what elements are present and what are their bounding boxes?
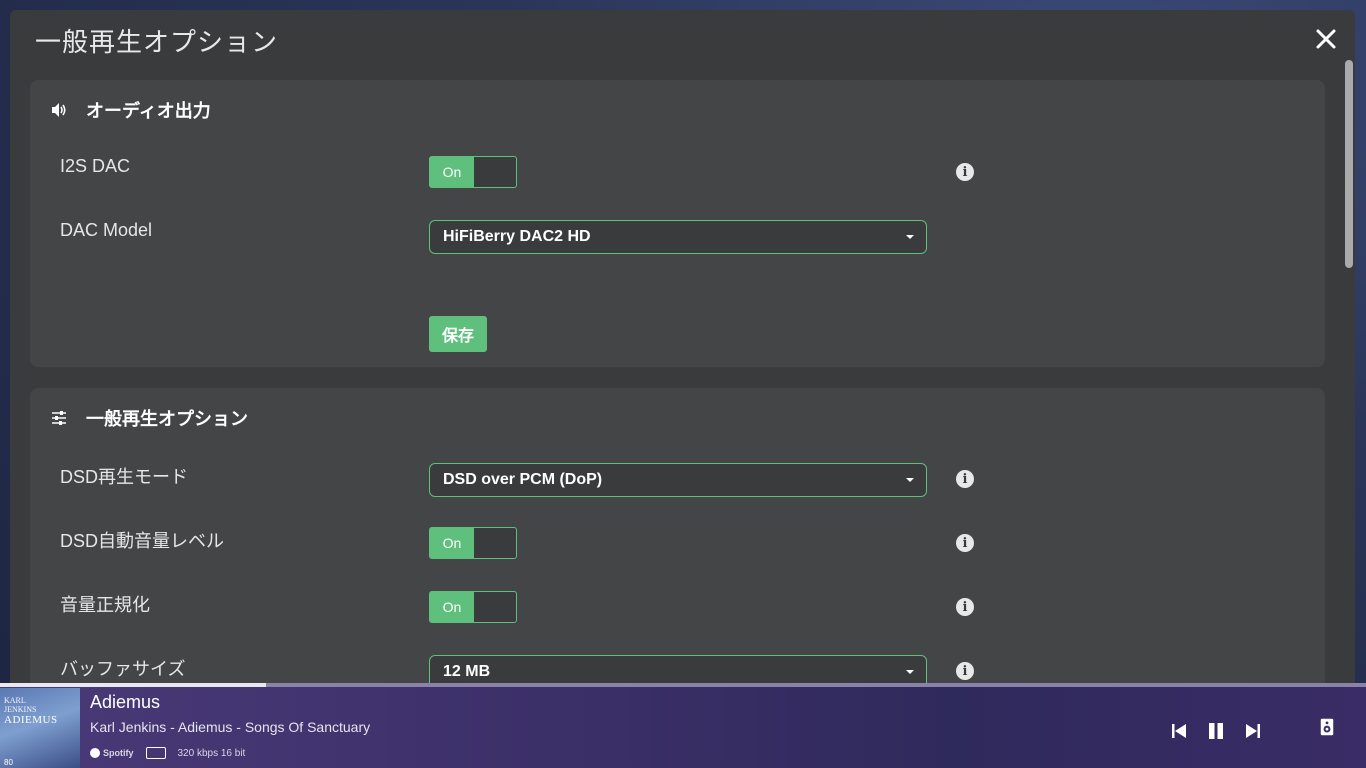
next-button[interactable] [1244, 722, 1262, 740]
album-cover[interactable]: KARL JENKINS ADIEMUS 80 [0, 688, 80, 768]
cover-artist-text: KARL JENKINS [4, 696, 37, 714]
chevron-down-icon [906, 478, 914, 482]
general-playback-title: 一般再生オプション [86, 409, 248, 429]
track-subtitle[interactable]: Karl Jenkins - Adiemus - Songs Of Sanctu… [90, 719, 370, 735]
general-playback-heading: 一般再生オプション [50, 406, 248, 430]
i2s-dac-label: I2S DAC [60, 156, 131, 176]
buffer-size-value: 12 MB [443, 663, 491, 680]
service-label: Spotify [103, 748, 134, 758]
spotify-icon [90, 748, 100, 758]
i2s-dac-toggle[interactable]: On [429, 156, 517, 188]
volume-icon [50, 101, 68, 119]
dsd-mode-label: DSD再生モード [60, 467, 189, 487]
toggle-on-label: On [430, 528, 474, 558]
volume-normalize-toggle[interactable]: On [429, 591, 517, 623]
general-playback-panel: 一般再生オプション DSD再生モード DSD over PCM (DoP) i … [30, 388, 1325, 690]
quality-label: 320 kbps 16 bit [177, 747, 246, 759]
buffer-size-label: バッファサイズ [60, 659, 186, 679]
info-icon[interactable]: i [956, 470, 974, 488]
dsd-auto-volume-toggle[interactable]: On [429, 527, 517, 559]
cover-album-text: ADIEMUS [4, 714, 58, 726]
output-device-button[interactable] [1318, 718, 1338, 744]
info-icon[interactable]: i [956, 662, 974, 680]
player-bar: KARL JENKINS ADIEMUS 80 Adiemus Karl Jenk… [0, 683, 1366, 768]
service-badge: Spotify [90, 748, 134, 758]
progress-fill [0, 683, 267, 687]
info-icon[interactable]: i [956, 534, 974, 552]
dac-model-select[interactable]: HiFiBerry DAC2 HD [429, 220, 927, 254]
scrollbar[interactable] [1345, 60, 1353, 690]
dac-model-value: HiFiBerry DAC2 HD [443, 228, 591, 245]
sliders-icon [50, 409, 68, 427]
audio-output-heading: オーディオ出力 [50, 98, 211, 122]
audio-output-title: オーディオ出力 [86, 101, 211, 121]
toggle-on-label: On [430, 157, 474, 187]
dsd-auto-volume-label: DSD自動音量レベル [60, 531, 225, 551]
pause-button[interactable] [1207, 722, 1225, 740]
volume-normalize-label: 音量正規化 [60, 595, 150, 615]
dsd-mode-value: DSD over PCM (DoP) [443, 471, 603, 488]
close-icon [1316, 29, 1336, 49]
format-icon [145, 747, 166, 759]
close-button[interactable] [1313, 26, 1339, 52]
chevron-down-icon [906, 670, 914, 674]
previous-button[interactable] [1170, 722, 1188, 740]
settings-modal: 一般再生オプション オーディオ出力 I2S DAC On i DAC Model… [10, 10, 1355, 690]
skip-next-icon [1246, 724, 1260, 738]
pause-icon [1209, 723, 1223, 739]
toggle-on-label: On [430, 592, 474, 622]
progress-bar[interactable] [0, 683, 1366, 687]
modal-content: オーディオ出力 I2S DAC On i DAC Model HiFiBerry… [10, 80, 1355, 690]
skip-previous-icon [1172, 724, 1186, 738]
info-icon[interactable]: i [956, 598, 974, 616]
track-title[interactable]: Adiemus [90, 692, 160, 713]
audio-output-panel: オーディオ出力 I2S DAC On i DAC Model HiFiBerry… [30, 80, 1325, 367]
cover-badge: 80 [4, 758, 13, 767]
modal-title: 一般再生オプション [35, 27, 279, 57]
dac-model-label: DAC Model [60, 220, 153, 240]
track-meta: Spotify 320 kbps 16 bit [90, 747, 245, 759]
save-button[interactable]: 保存 [429, 316, 487, 352]
scrollbar-thumb[interactable] [1345, 60, 1353, 268]
info-icon[interactable]: i [956, 163, 974, 181]
chevron-down-icon [906, 235, 914, 239]
speaker-device-icon [1320, 718, 1334, 736]
dsd-mode-select[interactable]: DSD over PCM (DoP) [429, 463, 927, 497]
